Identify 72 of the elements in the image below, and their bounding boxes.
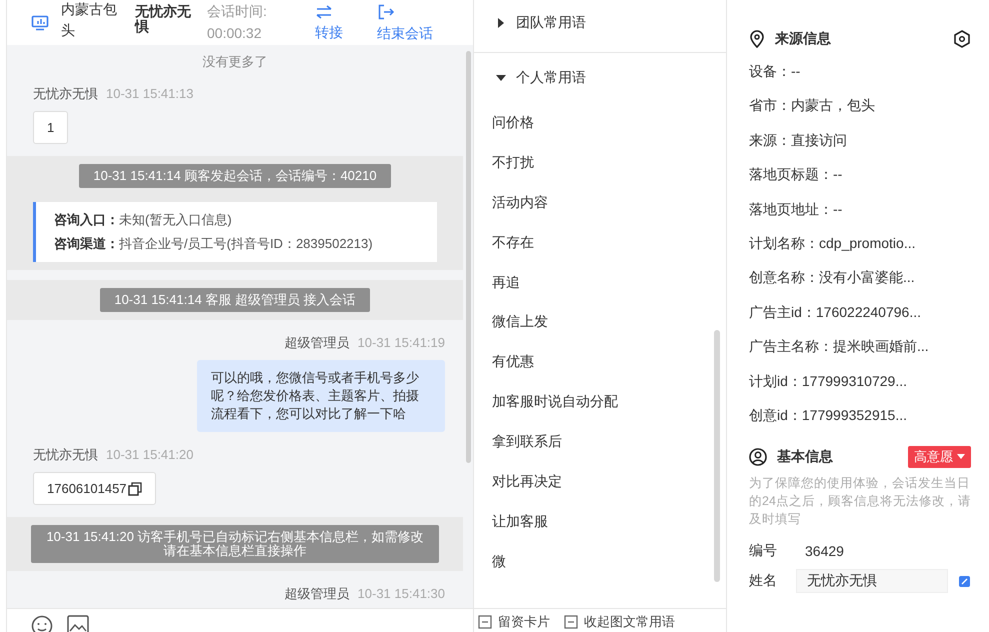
message-time: 10-31 15:41:30 xyxy=(358,586,445,601)
end-session-button[interactable]: 结束会话 xyxy=(377,4,433,43)
sender-name: 超级管理员 xyxy=(284,335,350,350)
session-timer: 会话时间: 00:00:32 xyxy=(207,2,268,42)
message-bubble: 1 xyxy=(33,111,68,144)
field-label: 姓名 xyxy=(749,572,778,590)
phrase-item[interactable]: 对比再决定 xyxy=(474,462,726,502)
phrase-action-button[interactable]: 留资卡片 xyxy=(474,613,550,630)
swap-arrows-icon xyxy=(315,5,333,19)
transfer-button[interactable]: 转接 xyxy=(315,5,343,42)
phrase-item[interactable]: 拿到联系后 xyxy=(474,422,726,462)
caret-icon xyxy=(496,73,506,83)
field-value: 36429 xyxy=(805,543,844,560)
info-line: 创意id：177999352915... xyxy=(749,406,907,423)
message-bubble: 可以的哦，您微信号或者手机号多少呢？给您发价格表、主题客片、拍摄流程看下，您可以对比了解一下哈 xyxy=(197,360,445,432)
user-circle-icon xyxy=(749,448,767,466)
phrase-item[interactable]: 有优惠 xyxy=(474,342,726,382)
location-pin-icon xyxy=(749,30,765,48)
entry-info-line: 咨询入口：未知(暂无入口信息) xyxy=(54,211,233,229)
caret-icon xyxy=(957,454,965,460)
no-more-notice: 没有更多了 xyxy=(202,53,268,71)
sender-name: 超级管理员 xyxy=(284,586,350,601)
system-message: 10-31 15:41:20 访客手机号已自动标记右侧基本信息栏，如需修改请在基本信息栏直接操作 xyxy=(31,525,439,563)
message-time: 10-31 15:41:13 xyxy=(106,86,194,101)
copy-icon xyxy=(128,482,142,496)
emoji-icon xyxy=(31,615,53,632)
visitor-name: 无忧亦无惧 xyxy=(135,4,192,34)
location-text: 内蒙古包头 xyxy=(61,0,118,40)
monitor-icon xyxy=(31,14,49,30)
phrase-item[interactable]: 不存在 xyxy=(474,222,726,263)
message-time: 10-31 15:41:20 xyxy=(106,447,194,462)
message-bubble: 17606101457 xyxy=(33,472,156,505)
sender-name: 无忧亦无惧 xyxy=(33,447,98,462)
card-icon xyxy=(478,614,492,628)
phrase-item[interactable]: 问价格 xyxy=(474,103,726,143)
info-line: 计划名称：cdp_promotio... xyxy=(749,234,916,251)
card-icon xyxy=(564,614,578,628)
notice-text: 为了保障您的使用体验，会话发生当日的24点之后，顾客信息将无法修改，请及时填写 xyxy=(749,475,971,528)
phrase-item[interactable]: 活动内容 xyxy=(474,182,726,223)
section-title: 来源信息 xyxy=(775,30,832,48)
phrase-item[interactable]: 不打扰 xyxy=(474,142,726,183)
info-line: 落地页标题：-- xyxy=(749,166,842,182)
phrase-item[interactable]: 微 xyxy=(474,542,726,582)
phrase-group-header[interactable]: 个人常用语 xyxy=(474,52,726,103)
info-line: 来源：直接访问 xyxy=(749,132,847,148)
phrase-item[interactable]: 让加客服 xyxy=(474,502,726,542)
message-time: 10-31 15:41:19 xyxy=(358,335,445,350)
info-line: 广告主id：176022240796... xyxy=(749,304,921,320)
info-line: 创意名称：没有小富婆能... xyxy=(749,269,915,286)
entry-info-line: 咨询渠道：抖音企业号/员工号(抖音号ID：2839502213) xyxy=(54,235,374,253)
phrase-action-button[interactable]: 收起图文常用语 xyxy=(560,613,675,630)
name-input[interactable]: 无忧亦无惧 xyxy=(796,569,948,594)
exit-icon xyxy=(377,4,395,20)
phrase-item[interactable]: 微信上发 xyxy=(474,302,726,342)
system-message: 10-31 15:41:14 客服 超级管理员 接入会话 xyxy=(100,288,370,312)
edit-icon xyxy=(958,574,971,588)
phrase-item[interactable]: 再追 xyxy=(474,262,726,302)
caret-icon xyxy=(496,18,506,28)
sender-name: 无忧亦无惧 xyxy=(33,86,98,101)
info-line: 设备：-- xyxy=(749,63,800,79)
phrase-group-header[interactable]: 团队常用语 xyxy=(474,0,726,46)
info-line: 计划id：177999310729... xyxy=(749,372,907,389)
intent-dropdown[interactable]: 高意愿 xyxy=(908,446,971,468)
info-line: 落地页地址：-- xyxy=(749,200,842,217)
image-icon xyxy=(67,615,89,632)
info-line: 省市：内蒙古，包头 xyxy=(749,97,875,114)
section-title: 基本信息 xyxy=(777,448,834,466)
system-message: 10-31 15:41:14 顾客发起会话，会话编号：40210 xyxy=(79,164,391,188)
hexagon-settings-icon xyxy=(953,30,971,48)
field-label: 编号 xyxy=(749,542,778,560)
info-line: 广告主名称：提米映画婚前... xyxy=(749,338,929,354)
phrase-item[interactable]: 加客服时说自动分配 xyxy=(474,382,726,422)
